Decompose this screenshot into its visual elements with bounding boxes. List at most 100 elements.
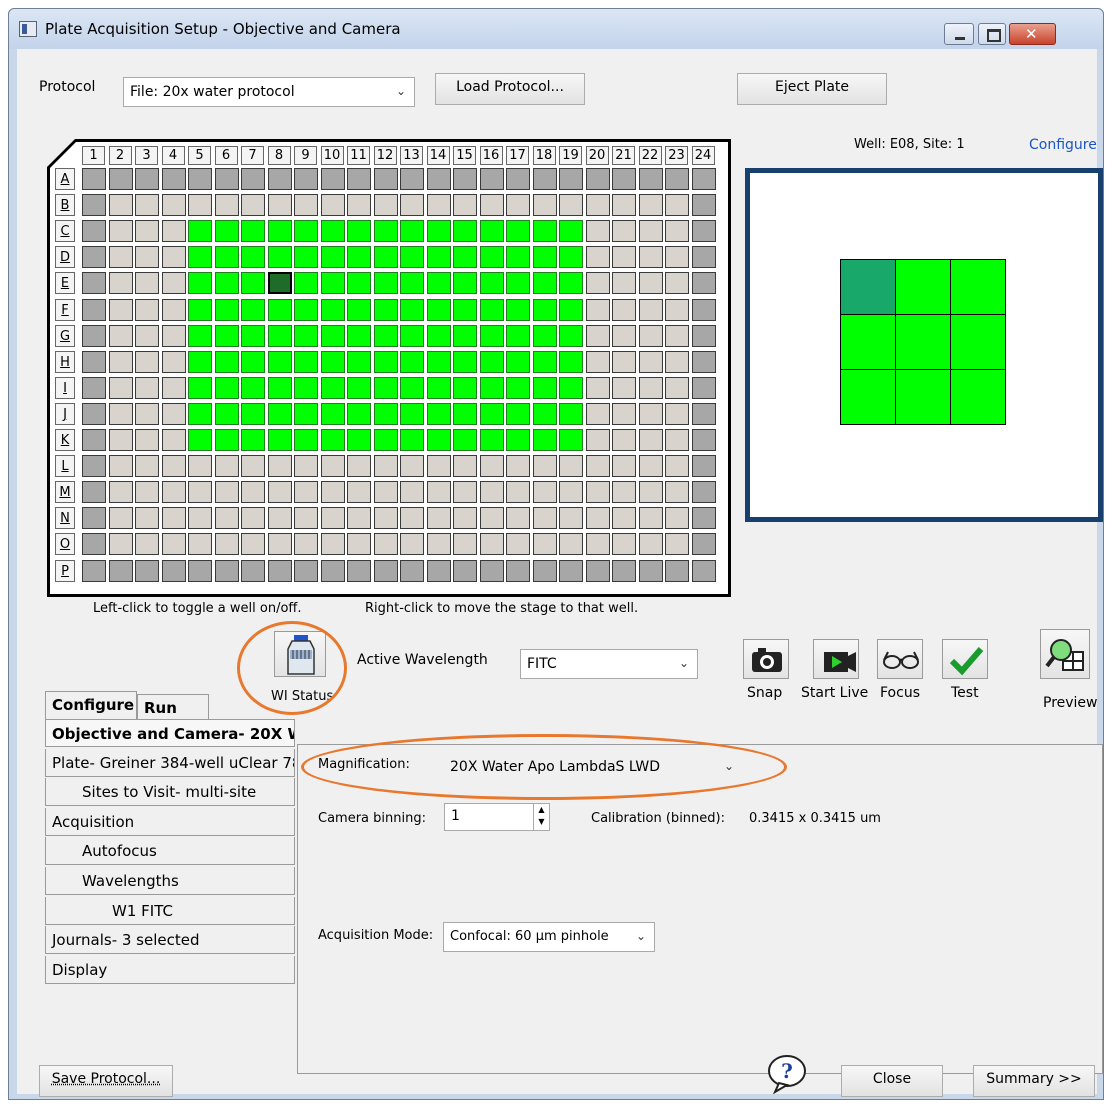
plate-well[interactable] xyxy=(82,272,106,295)
column-header[interactable]: 4 xyxy=(161,146,185,165)
plate-well[interactable] xyxy=(691,376,716,399)
plate-well[interactable] xyxy=(638,481,663,504)
plate-well[interactable] xyxy=(638,559,663,582)
row-header[interactable]: A xyxy=(55,168,75,190)
plate-well[interactable] xyxy=(559,455,583,478)
row-header[interactable]: B xyxy=(55,194,75,217)
plate-well[interactable] xyxy=(585,168,610,190)
plate-well[interactable] xyxy=(585,481,610,504)
plate-well[interactable] xyxy=(559,220,583,243)
plate-well[interactable] xyxy=(214,402,239,425)
plate-well[interactable] xyxy=(373,246,398,269)
plate-well[interactable] xyxy=(214,298,239,321)
plate-well[interactable] xyxy=(241,194,265,217)
plate-well[interactable] xyxy=(373,533,398,556)
plate-well[interactable] xyxy=(214,272,239,295)
plate-well[interactable] xyxy=(82,533,106,556)
site-cell[interactable] xyxy=(895,369,951,425)
site-cell[interactable] xyxy=(950,369,1006,425)
plate-well[interactable] xyxy=(532,194,557,217)
plate-well[interactable] xyxy=(108,455,133,478)
plate-well[interactable] xyxy=(320,429,345,451)
column-header[interactable]: 11 xyxy=(347,146,370,165)
plate-well[interactable] xyxy=(241,350,265,373)
plate-well[interactable] xyxy=(506,324,530,347)
plate-well[interactable] xyxy=(453,455,477,478)
plate-well[interactable] xyxy=(400,350,424,373)
plate-well[interactable] xyxy=(267,246,292,269)
plate-well[interactable] xyxy=(214,194,239,217)
plate-well[interactable] xyxy=(108,324,133,347)
plate-well[interactable] xyxy=(373,376,398,399)
plate-well[interactable] xyxy=(267,402,292,425)
plate-well[interactable] xyxy=(161,559,186,582)
plate-well[interactable] xyxy=(665,350,689,373)
plate-well[interactable] xyxy=(559,194,583,217)
plate-well[interactable] xyxy=(347,272,371,295)
acquisition-mode-select[interactable]: Confocal: 60 µm pinhole ⌄ xyxy=(443,922,655,952)
plate-well[interactable] xyxy=(294,324,318,347)
plate-well[interactable] xyxy=(267,481,292,504)
site-cell[interactable] xyxy=(840,314,896,370)
column-header[interactable]: 15 xyxy=(453,146,476,165)
focus-button[interactable] xyxy=(877,639,923,679)
plate-well[interactable] xyxy=(347,402,371,425)
column-header[interactable]: 5 xyxy=(188,146,211,165)
plate-well[interactable] xyxy=(347,324,371,347)
plate-well[interactable] xyxy=(320,194,345,217)
plate-well[interactable] xyxy=(214,559,239,582)
plate-well[interactable] xyxy=(691,324,716,347)
plate-well[interactable] xyxy=(506,402,530,425)
plate-well[interactable] xyxy=(479,220,504,243)
plate-well[interactable] xyxy=(506,507,530,530)
plate-well[interactable] xyxy=(82,298,106,321)
plate-well[interactable] xyxy=(612,455,636,478)
plate-well[interactable] xyxy=(638,194,663,217)
plate-well[interactable] xyxy=(479,559,504,582)
plate-well[interactable] xyxy=(294,455,318,478)
plate-well[interactable] xyxy=(82,429,106,451)
plate-well[interactable] xyxy=(691,402,716,425)
plate-well[interactable] xyxy=(479,194,504,217)
plate-well[interactable] xyxy=(453,246,477,269)
plate-well[interactable] xyxy=(400,533,424,556)
plate-well[interactable] xyxy=(135,429,159,451)
plate-well[interactable] xyxy=(479,324,504,347)
plate-well[interactable] xyxy=(453,376,477,399)
plate-well[interactable] xyxy=(665,194,689,217)
plate-well[interactable] xyxy=(188,246,212,269)
plate-well[interactable] xyxy=(426,324,451,347)
plate-well[interactable] xyxy=(691,507,716,530)
plate-well[interactable] xyxy=(400,559,424,582)
plate-well[interactable] xyxy=(188,507,212,530)
plate-well[interactable] xyxy=(135,559,159,582)
plate-well[interactable] xyxy=(188,455,212,478)
plate-well[interactable] xyxy=(108,376,133,399)
plate-well[interactable] xyxy=(294,533,318,556)
row-header[interactable]: G xyxy=(55,324,75,347)
plate-well[interactable] xyxy=(82,481,106,504)
plate-well[interactable] xyxy=(400,455,424,478)
row-header[interactable]: N xyxy=(55,507,75,530)
plate-well[interactable] xyxy=(135,402,159,425)
plate-well[interactable] xyxy=(214,533,239,556)
plate-well[interactable] xyxy=(479,350,504,373)
plate-well[interactable] xyxy=(665,220,689,243)
plate-well[interactable] xyxy=(585,298,610,321)
plate-well[interactable] xyxy=(347,298,371,321)
plate-well[interactable] xyxy=(188,533,212,556)
plate-well[interactable] xyxy=(400,168,424,190)
plate-well[interactable] xyxy=(506,455,530,478)
plate-well[interactable] xyxy=(426,350,451,373)
active-wavelength-select[interactable]: FITC ⌄ xyxy=(520,649,698,679)
column-header[interactable]: 14 xyxy=(426,146,450,165)
plate-well[interactable] xyxy=(214,220,239,243)
plate-well[interactable] xyxy=(294,220,318,243)
plate-well[interactable] xyxy=(532,376,557,399)
plate-well[interactable] xyxy=(347,429,371,451)
summary-button[interactable]: Summary >> xyxy=(973,1065,1095,1097)
plate-well[interactable] xyxy=(347,168,371,190)
plate-well[interactable] xyxy=(426,481,451,504)
plate-well[interactable] xyxy=(135,376,159,399)
column-header[interactable]: 16 xyxy=(479,146,503,165)
